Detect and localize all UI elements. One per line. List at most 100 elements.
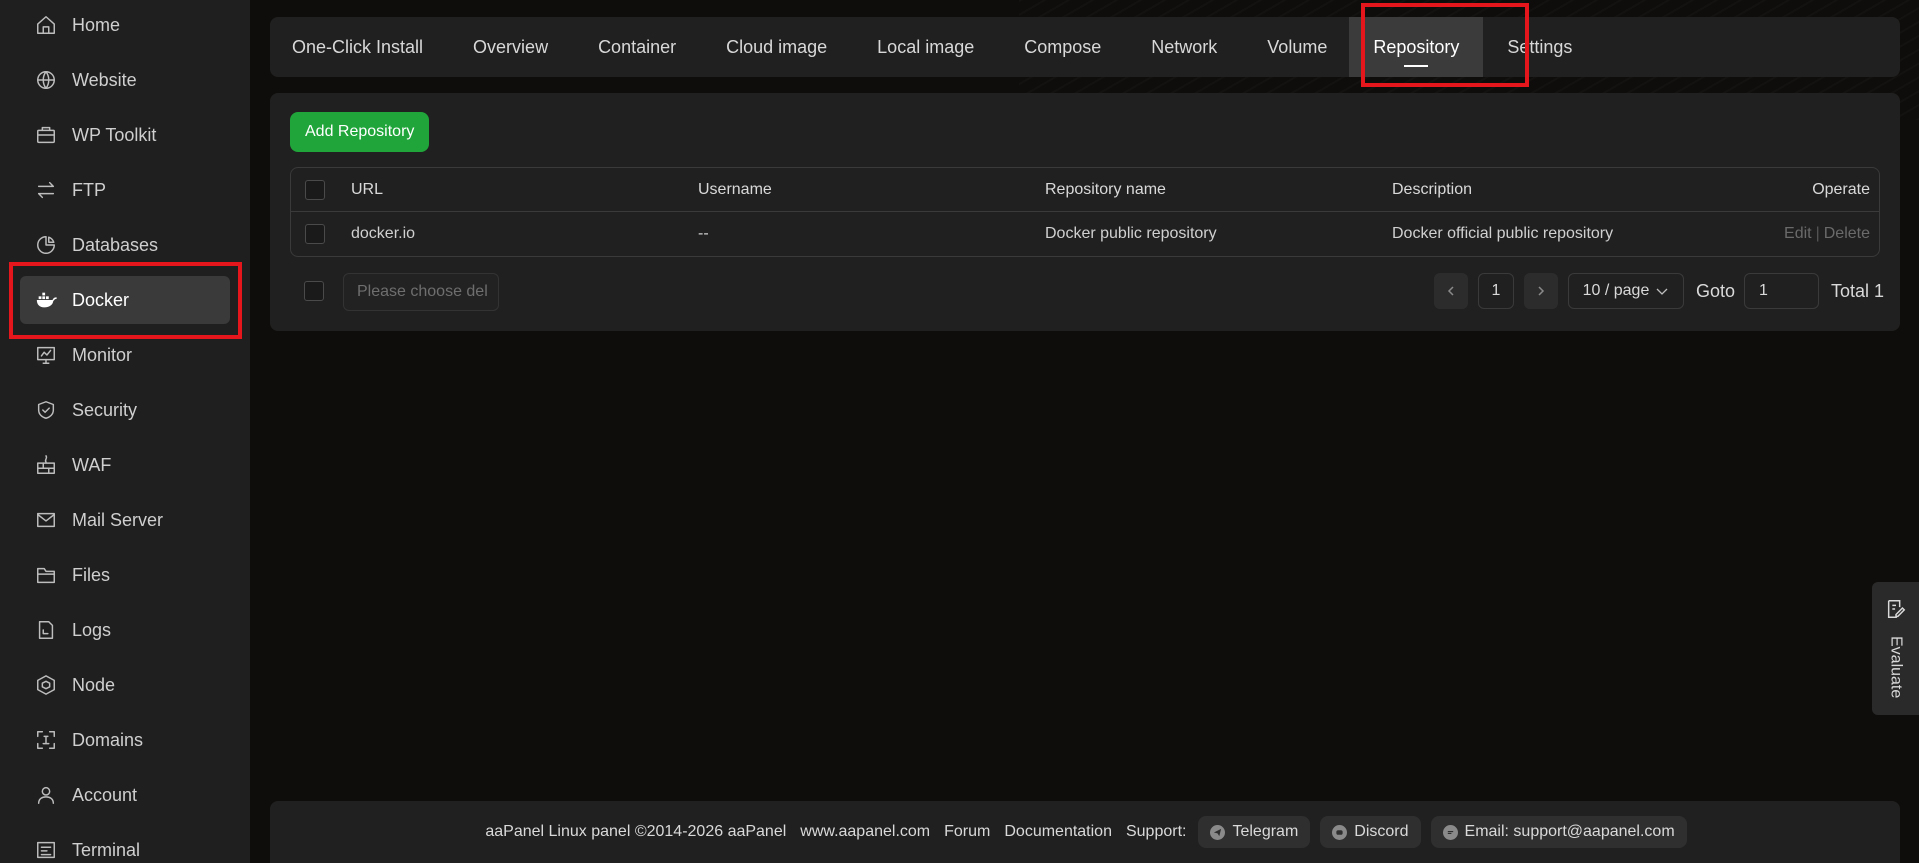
sidebar: Home Website WP Toolkit FTP Databases Do… — [0, 0, 250, 863]
domains-icon — [34, 728, 58, 752]
header-description: Description — [1392, 181, 1473, 198]
header-repository-name: Repository name — [1045, 181, 1166, 198]
sidebar-item-wp-toolkit[interactable]: WP Toolkit — [20, 111, 230, 159]
tab-local-image[interactable]: Local image — [857, 17, 994, 77]
tab-settings[interactable]: Settings — [1487, 17, 1592, 77]
sidebar-item-label: Databases — [72, 234, 159, 255]
header-operate: Operate — [1812, 181, 1870, 198]
sidebar-item-label: Account — [72, 784, 138, 805]
pagination: 1 10 / page Goto Total 1 — [1434, 273, 1884, 309]
logs-icon — [34, 618, 58, 642]
footer-copyright: aaPanel Linux panel ©2014-2026 aaPanel — [485, 823, 787, 840]
sidebar-item-label: WAF — [72, 454, 112, 475]
page-number[interactable]: 1 — [1478, 273, 1514, 309]
sidebar-item-home[interactable]: Home — [20, 1, 230, 49]
sidebar-item-security[interactable]: Security — [20, 386, 230, 434]
telegram-icon — [1210, 824, 1226, 840]
discord-button[interactable]: Discord — [1320, 816, 1421, 848]
docker-tab-bar: One-Click Install Overview Container Clo… — [270, 17, 1900, 77]
discord-label: Discord — [1354, 823, 1409, 840]
footer-forum-link[interactable]: Forum — [944, 823, 990, 841]
telegram-label: Telegram — [1232, 823, 1299, 840]
delete-link[interactable]: Delete — [1824, 225, 1870, 243]
sidebar-item-label: Monitor — [72, 344, 133, 365]
sidebar-item-label: Files — [72, 564, 111, 585]
batch-operation-select[interactable]: Please choose del — [343, 273, 499, 311]
home-icon — [34, 13, 58, 37]
transfer-icon — [34, 178, 58, 202]
node-icon — [34, 673, 58, 697]
user-icon — [34, 783, 58, 807]
footer-docs-link[interactable]: Documentation — [1004, 823, 1112, 841]
footer: aaPanel Linux panel ©2014-2026 aaPanel w… — [270, 801, 1900, 863]
tab-volume[interactable]: Volume — [1247, 17, 1347, 77]
tab-overview[interactable]: Overview — [453, 17, 568, 77]
database-icon — [34, 233, 58, 257]
cell-operate: Edit | Delete — [1784, 212, 1870, 256]
sidebar-item-label: Security — [72, 399, 138, 420]
telegram-button[interactable]: Telegram — [1198, 816, 1311, 848]
tab-repository[interactable]: Repository — [1349, 17, 1484, 77]
operate-divider: | — [1815, 225, 1820, 242]
evaluate-side-tab[interactable]: Evaluate — [1872, 582, 1919, 715]
goto-page-input[interactable] — [1744, 273, 1820, 309]
tab-container[interactable]: Container — [578, 17, 696, 77]
total-count: Total 1 — [1831, 280, 1885, 301]
folder-icon — [34, 563, 58, 587]
chevron-left-icon — [1447, 286, 1454, 296]
sidebar-item-waf[interactable]: WAF — [20, 441, 230, 489]
sidebar-item-website[interactable]: Website — [20, 56, 230, 104]
edit-note-icon — [1887, 600, 1905, 618]
row-checkbox[interactable] — [305, 224, 325, 244]
sidebar-item-label: FTP — [72, 179, 106, 200]
footer-site-link[interactable]: www.aapanel.com — [800, 823, 930, 841]
sidebar-item-label: Website — [72, 69, 137, 90]
page-size-value: 10 / page — [1582, 282, 1650, 299]
sidebar-item-label: Docker — [72, 289, 130, 310]
sidebar-item-ftp[interactable]: FTP — [20, 166, 230, 214]
mail-icon — [34, 508, 58, 532]
batch-select-checkbox[interactable] — [304, 281, 324, 301]
email-label: Email: support@aapanel.com — [1464, 823, 1675, 840]
goto-label: Goto — [1696, 280, 1736, 301]
edit-link[interactable]: Edit — [1784, 225, 1812, 243]
shield-icon — [34, 398, 58, 422]
globe-icon — [34, 68, 58, 92]
monitor-icon — [34, 343, 58, 367]
evaluate-label: Evaluate — [1887, 636, 1905, 699]
table-header: URL Username Repository name Description… — [291, 168, 1879, 212]
sidebar-item-label: Domains — [72, 729, 144, 750]
sidebar-item-label: WP Toolkit — [72, 124, 157, 145]
next-page-button[interactable] — [1524, 273, 1558, 309]
sidebar-item-label: Node — [72, 674, 116, 695]
sidebar-item-account[interactable]: Account — [20, 771, 230, 819]
add-repository-button[interactable]: Add Repository — [290, 112, 430, 152]
sidebar-item-label: Terminal — [72, 839, 141, 860]
sidebar-item-label: Home — [72, 14, 121, 35]
email-button[interactable]: Email: support@aapanel.com — [1430, 816, 1687, 848]
table-row: docker.io -- Docker public repository Do… — [291, 212, 1879, 256]
footer-support-label: Support: — [1125, 823, 1187, 840]
sidebar-item-logs[interactable]: Logs — [20, 606, 230, 654]
tab-cloud-image[interactable]: Cloud image — [706, 17, 847, 77]
sidebar-item-mail-server[interactable]: Mail Server — [20, 496, 230, 544]
tab-network[interactable]: Network — [1131, 17, 1237, 77]
sidebar-item-domains[interactable]: Domains — [20, 716, 230, 764]
chevron-down-icon — [1656, 288, 1668, 295]
sidebar-item-databases[interactable]: Databases — [20, 221, 230, 269]
sidebar-item-node[interactable]: Node — [20, 661, 230, 709]
sidebar-item-files[interactable]: Files — [20, 551, 230, 599]
docker-icon — [34, 288, 58, 312]
tab-compose[interactable]: Compose — [1004, 17, 1121, 77]
tab-one-click-install[interactable]: One-Click Install — [292, 17, 443, 77]
prev-page-button[interactable] — [1434, 273, 1468, 309]
sidebar-item-docker[interactable]: Docker — [20, 276, 230, 324]
select-all-checkbox[interactable] — [305, 180, 325, 200]
sidebar-item-terminal[interactable]: Terminal — [20, 826, 230, 863]
page-size-select[interactable]: 10 / page — [1568, 273, 1684, 309]
sidebar-item-label: Logs — [72, 619, 112, 640]
cell-username: -- — [698, 225, 709, 242]
header-username: Username — [698, 181, 772, 198]
sidebar-item-monitor[interactable]: Monitor — [20, 331, 230, 379]
cell-description: Docker official public repository — [1392, 225, 1614, 242]
